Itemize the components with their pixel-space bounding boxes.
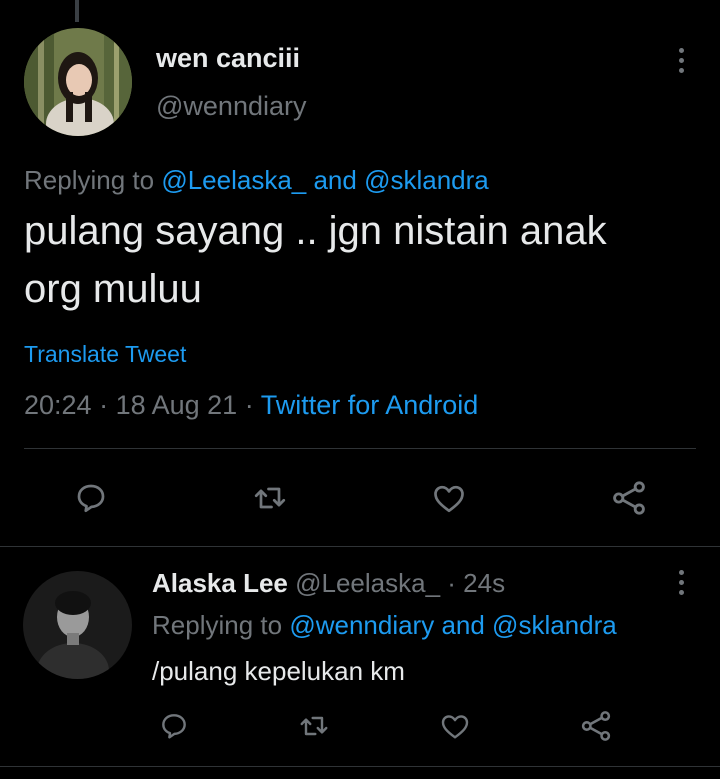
main-author-handle[interactable]: @wenndiary — [156, 91, 306, 122]
reply-replying-line: Replying to @wenndiary and @sklandra — [152, 610, 617, 641]
reply-target-link[interactable]: @sklandra — [364, 165, 489, 195]
main-tweet-text-line1: pulang sayang .. jgn nistain anak — [24, 209, 607, 253]
tweet-divider — [0, 546, 720, 547]
reply-author-name[interactable]: Alaska Lee — [152, 568, 288, 598]
reply-more-icon[interactable] — [670, 568, 692, 598]
like-icon[interactable] — [438, 710, 472, 742]
reply-target-link[interactable]: @wenndiary — [289, 610, 434, 640]
share-icon[interactable] — [578, 709, 614, 743]
main-tweet-text-line2: org muluu — [24, 267, 202, 311]
reply-tweet-text: /pulang kepelukan km — [152, 656, 405, 686]
bottom-divider — [0, 766, 720, 767]
tweet-date[interactable]: 18 Aug 21 — [116, 390, 238, 420]
replying-prefix: Replying to — [152, 610, 290, 640]
tweet-time[interactable]: 20:24 — [24, 390, 92, 420]
retweet-icon[interactable] — [251, 480, 289, 516]
tweet-source-link[interactable]: Twitter for Android — [261, 390, 479, 420]
reply-icon[interactable] — [73, 480, 109, 516]
replying-prefix: Replying to — [24, 165, 162, 195]
reply-header: Alaska Lee @Leelaska_ · 24s — [152, 568, 505, 599]
reply-target-link[interactable]: @Leelaska_ — [161, 165, 306, 195]
meta-divider — [24, 448, 696, 449]
reply-and-text: and — [434, 610, 493, 640]
reply-icon[interactable] — [158, 710, 190, 742]
meta-separator: · — [237, 390, 261, 420]
main-author-name[interactable]: wen canciii — [156, 43, 300, 74]
reply-author-handle[interactable]: @Leelaska_ — [295, 568, 440, 598]
main-more-icon[interactable] — [670, 46, 692, 76]
share-icon[interactable] — [609, 479, 649, 517]
like-icon[interactable] — [430, 480, 468, 516]
reply-time-ago[interactable]: · 24s — [440, 568, 505, 598]
avatar-leelaska[interactable] — [23, 571, 132, 679]
translate-tweet-link[interactable]: Translate Tweet — [24, 341, 186, 368]
avatar-wenndiary[interactable] — [24, 28, 132, 136]
thread-connector-line — [75, 0, 79, 22]
meta-separator: · — [91, 390, 116, 420]
tweet-meta-line: 20:24 · 18 Aug 21 · Twitter for Android — [24, 390, 478, 421]
reply-target-link[interactable]: @sklandra — [492, 610, 617, 640]
reply-and-text: and — [306, 165, 365, 195]
main-replying-line: Replying to @Leelaska_ and @sklandra — [24, 165, 489, 196]
retweet-icon[interactable] — [297, 710, 331, 742]
